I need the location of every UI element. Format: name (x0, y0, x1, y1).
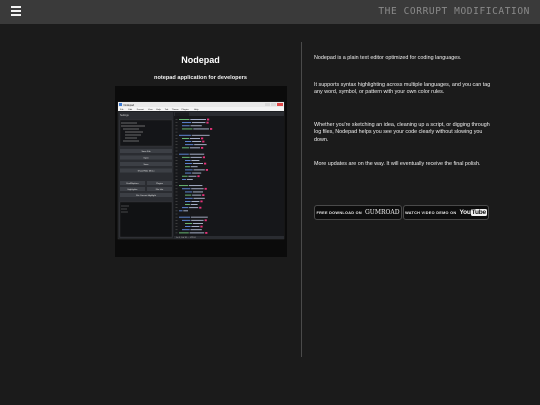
sidebar-button-label-3: Show/Hide Menu (138, 170, 155, 172)
app-screenshot: Nodepad File Edit Format View Help Tab Theme Pl… (115, 86, 287, 257)
download-label: FREE DOWNLOAD ON (316, 210, 362, 215)
youtube-logo: YouTube (459, 209, 487, 216)
code-highlight-12 (202, 156, 205, 159)
menu-item-4: Help (156, 109, 161, 111)
code-highlight-16 (205, 169, 208, 171)
code-highlight-7 (202, 140, 205, 143)
code-highlight-28 (199, 206, 202, 209)
description-paragraph-3: Whether you're sketching an idea, cleani… (314, 122, 490, 143)
window-title: Nodepad (124, 103, 135, 107)
youtube-demo-button[interactable]: WATCH VIDEO DEMO ON YouTube (403, 205, 489, 220)
sidebar-pair-label-1-0: Highlighter (128, 188, 138, 191)
window-menu-bar: File Edit Format View Help Tab Theme Plugins Hel… (120, 108, 199, 111)
code-highlight-1 (206, 121, 209, 124)
app-screenshot-image: Nodepad File Edit Format View Help Tab Theme Pl… (115, 86, 287, 257)
code-highlight-26 (200, 200, 203, 203)
description-paragraph-1: Nodepad is a plain text editor optimized… (314, 55, 462, 61)
sidebar-wide-button-label: File Convert Highlight (136, 194, 156, 197)
description-paragraph-2: It supports syntax highlighting across m… (314, 82, 491, 96)
menu-item-8: Help (194, 109, 199, 111)
code-highlight-0 (207, 118, 210, 121)
product-header: Nodepad notepad application for develope… (113, 55, 288, 81)
code-highlight-14 (204, 162, 207, 165)
gumroad-download-button[interactable]: FREE DOWNLOAD ON GUMROAD (314, 205, 402, 220)
product-title: Nodepad (181, 55, 220, 65)
code-highlight-9 (201, 146, 204, 149)
site-brand[interactable]: THE CORRUPT MODIFICATION (378, 6, 530, 17)
top-bar: THE CORRUPT MODIFICATION (0, 0, 540, 24)
menu-item-7: Plugins (182, 109, 190, 111)
sidebar-header: Settings (120, 114, 129, 117)
sidebar-pair-label-0-1: Plugins (156, 183, 163, 185)
sidebar-pair-label-1-1: File Info (156, 189, 164, 191)
sidebar-button-label-1: Open (143, 157, 149, 159)
product-subtitle: notepad application for developers (154, 75, 247, 81)
hamburger-menu-icon[interactable] (11, 6, 21, 16)
sidebar-button-label-0: Save File (141, 151, 151, 153)
description-paragraph-4: More updates are on the way. It will eve… (314, 161, 481, 167)
menu-item-6: Theme (172, 109, 180, 111)
code-highlight-22 (204, 187, 207, 190)
sidebar-pair-label-0-0: Find/Replace (126, 183, 139, 185)
code-highlight-34 (200, 225, 203, 228)
code-highlight-32 (204, 219, 207, 222)
code-highlight-3 (210, 128, 213, 130)
demo-label: WATCH VIDEO DEMO ON (405, 210, 457, 215)
sidebar-button-label-2: Save (144, 164, 150, 166)
gumroad-logo: GUMROAD (364, 209, 400, 216)
menu-item-1: Edit (128, 108, 132, 111)
code-highlight-18 (197, 175, 200, 178)
vertical-divider (301, 42, 302, 357)
editor-status-text: Ln 4, Col 18 — UTF-8 (176, 237, 196, 239)
code-highlight-36 (205, 232, 208, 234)
code-highlight-6 (201, 137, 204, 140)
menu-item-2: Format (137, 108, 144, 111)
code-highlight-24 (202, 194, 205, 196)
menu-item-3: View (148, 109, 153, 111)
